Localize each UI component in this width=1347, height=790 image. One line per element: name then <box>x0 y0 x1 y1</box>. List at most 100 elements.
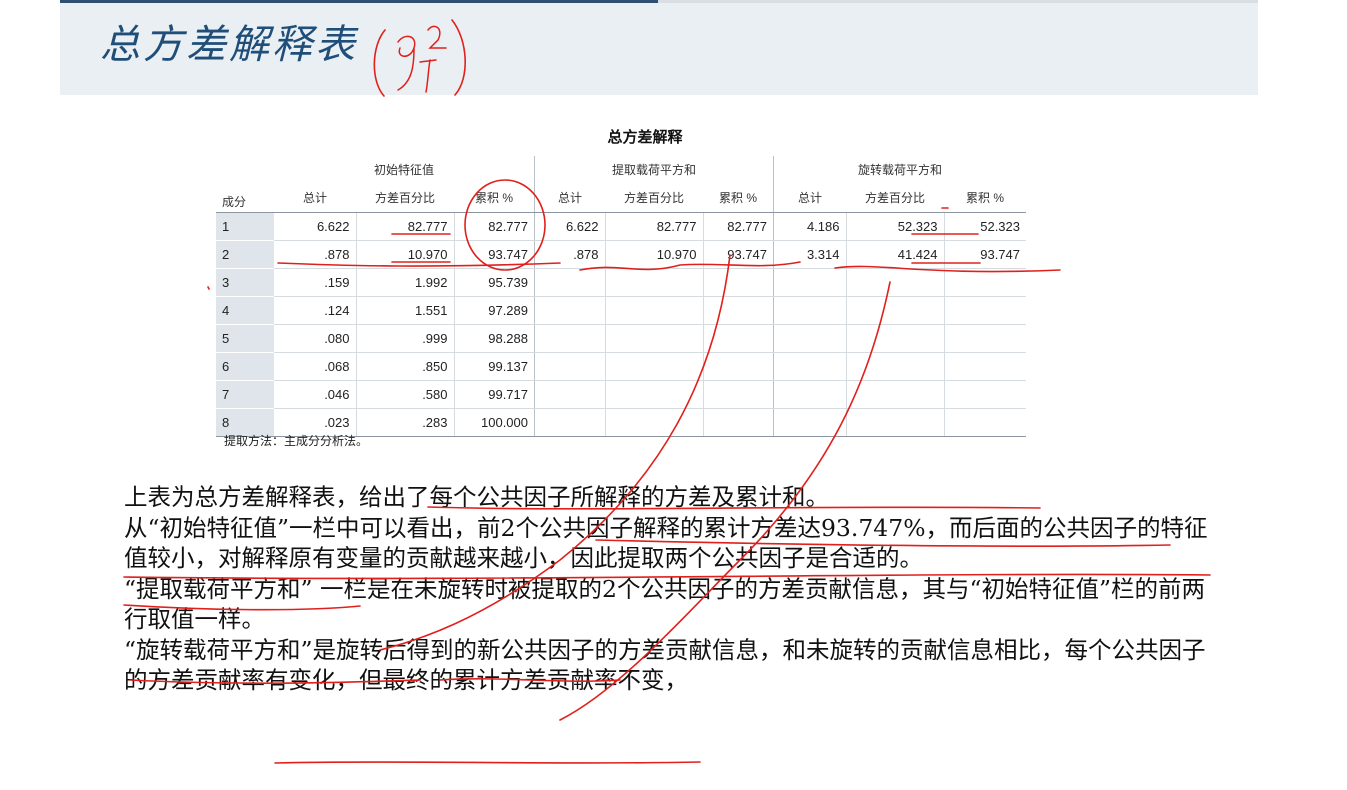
value-cell <box>604 352 703 381</box>
value-cell: .999 <box>355 324 454 353</box>
value-cell: .878 <box>534 240 605 269</box>
value-cell <box>773 268 846 297</box>
component-cell: 5 <box>216 324 274 353</box>
value-cell: .159 <box>274 268 356 297</box>
value-cell <box>943 268 1026 297</box>
row-header-label: 成分 <box>216 183 274 213</box>
value-cell <box>702 380 774 409</box>
value-cell: 93.747 <box>453 240 535 269</box>
value-cell: 82.777 <box>702 212 774 241</box>
value-cell: .046 <box>274 380 356 409</box>
paragraph: “提取载荷平方和” 一栏是在未旋转时被提取的2个公共因子的方差贡献信息，其与“初… <box>124 574 1205 634</box>
paragraph: “旋转载荷平方和”是旋转后得到的新公共因子的方差贡献信息，和未旋转的贡献信息相比… <box>124 635 1206 695</box>
value-cell: 93.747 <box>702 240 774 269</box>
value-cell <box>943 380 1026 409</box>
column-header: 总计 <box>534 183 605 213</box>
value-cell <box>845 408 944 437</box>
value-cell: 10.970 <box>604 240 703 269</box>
group-header-row: 初始特征值 提取载荷平方和 旋转载荷平方和 <box>216 156 1026 183</box>
value-cell <box>943 352 1026 381</box>
value-cell: 41.424 <box>845 240 944 269</box>
value-cell <box>702 268 774 297</box>
value-cell: 82.777 <box>355 212 454 241</box>
value-cell: 52.323 <box>845 212 944 241</box>
value-cell <box>604 268 703 297</box>
component-cell: 3 <box>216 268 274 297</box>
value-cell: 100.000 <box>453 408 535 437</box>
slide-title: 总方差解释表 <box>100 22 358 68</box>
value-cell <box>534 268 605 297</box>
group-header-extraction: 提取载荷平方和 <box>534 156 774 183</box>
value-cell <box>943 296 1026 325</box>
component-cell: 4 <box>216 296 274 325</box>
column-header: 方差百分比 <box>356 183 454 213</box>
group-header-initial: 初始特征值 <box>373 163 434 177</box>
column-header: 方差百分比 <box>846 183 944 213</box>
value-cell <box>534 352 605 381</box>
value-cell: .068 <box>274 352 356 381</box>
table-row: 4.124 1.551 97.289 <box>216 296 1026 325</box>
value-cell: .283 <box>355 408 454 437</box>
value-cell: 6.622 <box>534 212 605 241</box>
column-header: 累积 % <box>454 183 535 213</box>
value-cell: 98.288 <box>453 324 535 353</box>
underline-mark <box>274 761 701 764</box>
component-cell: 1 <box>216 212 274 241</box>
corner-cell <box>216 156 274 183</box>
column-header: 总计 <box>773 183 846 213</box>
value-cell: 82.777 <box>453 212 535 241</box>
component-cell: 6 <box>216 352 274 381</box>
value-cell: 99.137 <box>453 352 535 381</box>
value-cell: .124 <box>274 296 356 325</box>
value-cell: 52.323 <box>943 212 1026 241</box>
value-cell <box>845 296 944 325</box>
table-footnote: 提取方法：主成分分析法。 <box>224 434 369 448</box>
value-cell <box>773 296 846 325</box>
value-cell: 93.747 <box>943 240 1026 269</box>
value-cell: 99.717 <box>453 380 535 409</box>
column-header-row: 成分 总计 方差百分比 累积 % 总计 方差百分比 累积 % 总计 方差百分比 … <box>216 183 1026 213</box>
value-cell: 97.289 <box>453 296 535 325</box>
column-header: 总计 <box>274 183 356 213</box>
column-header: 累积 % <box>703 183 774 213</box>
value-cell <box>943 324 1026 353</box>
value-cell <box>534 296 605 325</box>
value-cell <box>604 408 703 437</box>
value-cell <box>604 324 703 353</box>
variance-table: 初始特征值 提取载荷平方和 旋转载荷平方和 成分 总计 方差百分比 累积 % 总… <box>216 156 1026 437</box>
value-cell <box>604 296 703 325</box>
value-cell: 10.970 <box>355 240 454 269</box>
value-cell <box>702 408 774 437</box>
table-row: 1 6.622 82.777 82.777 6.622 82.777 82.777 4.186… <box>216 212 1026 241</box>
table-body: 1 6.622 82.777 82.777 6.622 82.777 82.777 4.186… <box>216 212 1026 437</box>
value-cell: 82.777 <box>604 212 703 241</box>
table-row: 5.080.999 98.288 <box>216 324 1026 353</box>
value-cell <box>534 380 605 409</box>
value-cell: 95.739 <box>453 268 535 297</box>
value-cell <box>773 380 846 409</box>
value-cell: 1.551 <box>355 296 454 325</box>
value-cell: .580 <box>355 380 454 409</box>
value-cell <box>943 408 1026 437</box>
value-cell: 1.992 <box>355 268 454 297</box>
paragraph: 上表为总方差解释表，给出了每个公共因子所解释的方差及累计和。 <box>124 483 829 511</box>
value-cell <box>534 408 605 437</box>
table-row: 7.046.580 99.717 <box>216 380 1026 409</box>
table-row: 2.878 10.970 93.747.878 10.970 93.747 3.314 41… <box>216 240 1026 269</box>
value-cell: 6.622 <box>274 212 356 241</box>
table-title: 总方差解释 <box>607 128 683 146</box>
value-cell <box>773 408 846 437</box>
value-cell <box>773 324 846 353</box>
value-cell <box>845 380 944 409</box>
table-row: 3.159 1.992 95.739 <box>216 268 1026 297</box>
value-cell: 4.186 <box>773 212 846 241</box>
value-cell: .080 <box>274 324 356 353</box>
column-header: 累积 % <box>944 183 1026 213</box>
value-cell <box>845 324 944 353</box>
value-cell: 3.314 <box>773 240 846 269</box>
value-cell: .850 <box>355 352 454 381</box>
value-cell <box>845 268 944 297</box>
group-header-rotation: 旋转载荷平方和 <box>773 156 1026 183</box>
component-cell: 7 <box>216 380 274 409</box>
tick-mark <box>207 286 210 290</box>
